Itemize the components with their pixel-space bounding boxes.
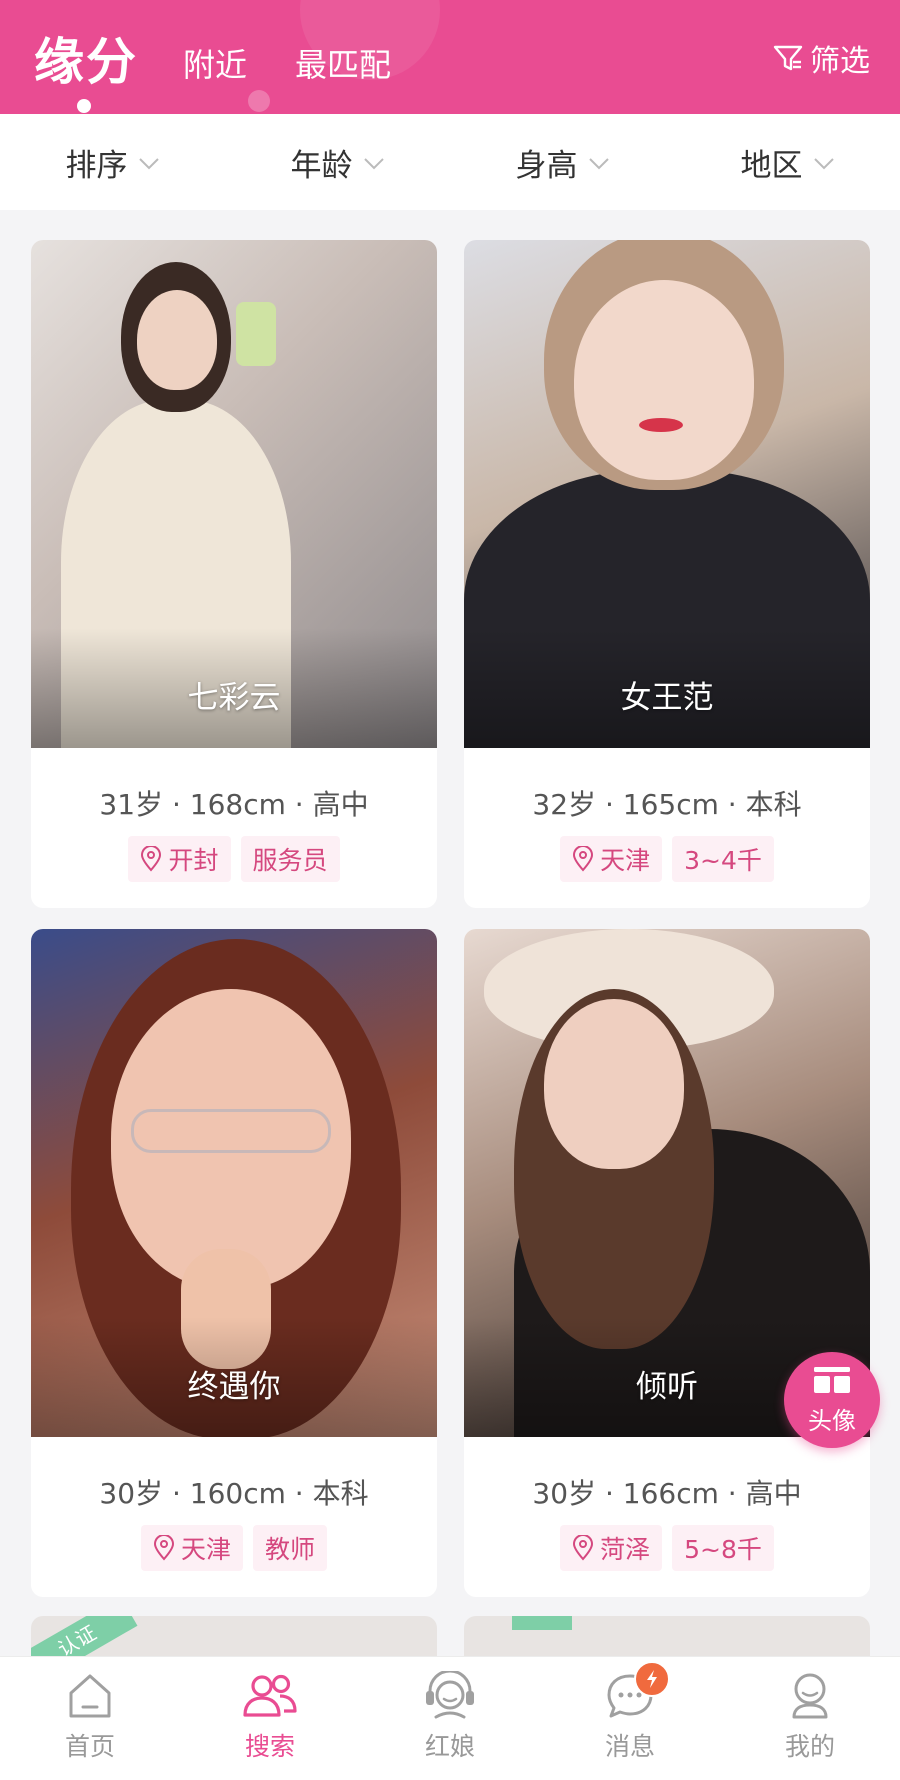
profile-tags: 天津 3~4千 (464, 836, 870, 882)
nav-matchmaker[interactable]: 红娘 (360, 1657, 540, 1780)
filter-label: 筛选 (810, 44, 870, 79)
nav-home[interactable]: 首页 (0, 1657, 180, 1780)
people-icon (240, 1671, 300, 1721)
profile-card[interactable]: 女王范 32岁 · 165cm · 本科 天津 3~4千 (464, 240, 870, 908)
tab-fate[interactable]: 缘分 (34, 22, 138, 94)
profile-tags: 天津 教师 (31, 1525, 437, 1571)
card-layout-icon (812, 1365, 852, 1399)
profile-tags: 菏泽 5~8千 (464, 1525, 870, 1571)
profile-stats: 31岁 · 168cm · 高中 (99, 788, 369, 821)
avatar-mode-button[interactable]: 头像 (784, 1352, 880, 1448)
filter-icon (772, 42, 804, 74)
home-icon (66, 1671, 114, 1721)
filter-region[interactable]: 地区 (675, 114, 900, 210)
location-tag: 开封 (128, 836, 231, 882)
location-label: 天津 (600, 846, 651, 875)
location-tag: 菏泽 (560, 1525, 663, 1571)
profile-stats: 30岁 · 166cm · 高中 (532, 1477, 802, 1510)
filter-height[interactable]: 身高 (450, 114, 675, 210)
chevron-down-icon (588, 153, 610, 171)
chevron-down-icon (363, 153, 385, 171)
filter-button[interactable]: 筛选 (772, 38, 870, 79)
filter-sort-label: 排序 (65, 147, 128, 184)
headset-icon (422, 1671, 478, 1721)
nav-messages-label: 消息 (604, 1732, 655, 1761)
nav-matchmaker-label: 红娘 (424, 1732, 475, 1761)
profile-card[interactable]: 终遇你 30岁 · 160cm · 本科 天津 教师 (31, 929, 437, 1597)
chevron-down-icon (138, 153, 160, 171)
filter-sort[interactable]: 排序 (0, 114, 225, 210)
filter-region-label: 地区 (740, 147, 803, 184)
profile-icon (786, 1671, 834, 1721)
extra-tag: 5~8千 (672, 1525, 774, 1571)
nav-search-label: 搜索 (244, 1732, 295, 1761)
location-label: 菏泽 (600, 1535, 651, 1564)
location-tag: 天津 (560, 836, 663, 882)
verified-ribbon-partial (512, 1616, 572, 1630)
location-pin-icon (572, 1535, 594, 1561)
profile-stats: 30岁 · 160cm · 本科 (99, 1477, 369, 1510)
nav-messages[interactable]: 消息 (540, 1657, 720, 1780)
extra-tag: 服务员 (240, 836, 340, 882)
nav-profile-label: 我的 (784, 1732, 835, 1761)
profile-stats: 32岁 · 165cm · 本科 (532, 788, 802, 821)
profile-card-partial[interactable]: 认证 (31, 1616, 437, 1656)
filter-age-label: 年龄 (290, 147, 353, 184)
notification-badge (634, 1661, 670, 1697)
profile-card[interactable]: 倾听 30岁 · 166cm · 高中 菏泽 5~8千 (464, 929, 870, 1597)
bottom-nav: 首页 搜索 红娘 消息 我的 (0, 1656, 900, 1780)
extra-tag: 3~4千 (672, 836, 774, 882)
top-header: 缘分 附近 最匹配 筛选 (0, 0, 900, 114)
profile-card-partial[interactable] (464, 1616, 870, 1656)
profile-nickname: 终遇你 (187, 1369, 281, 1405)
profile-card[interactable]: 七彩云 31岁 · 168cm · 高中 开封 服务员 (31, 240, 437, 908)
nav-search[interactable]: 搜索 (180, 1657, 360, 1780)
tab-best-match[interactable]: 最匹配 (295, 40, 391, 86)
location-pin-icon (572, 846, 594, 872)
verified-ribbon: 认证 (31, 1616, 138, 1656)
filter-age[interactable]: 年龄 (225, 114, 450, 210)
avatar-mode-label: 头像 (808, 1406, 856, 1435)
location-label: 天津 (180, 1535, 231, 1564)
location-pin-icon (140, 846, 162, 872)
filter-bar: 排序 年龄 身高 地区 (0, 114, 900, 210)
active-tab-indicator (77, 99, 91, 113)
location-pin-icon (153, 1535, 175, 1561)
location-tag: 天津 (140, 1525, 243, 1571)
tab-nearby[interactable]: 附近 (183, 40, 247, 86)
filter-height-label: 身高 (515, 147, 578, 184)
profile-tags: 开封 服务员 (31, 836, 437, 882)
profile-nickname: 女王范 (620, 680, 714, 716)
header-decoration-dot (248, 90, 270, 112)
nav-home-label: 首页 (64, 1732, 115, 1761)
nav-profile[interactable]: 我的 (720, 1657, 900, 1780)
chevron-down-icon (813, 153, 835, 171)
profile-nickname: 七彩云 (187, 680, 281, 716)
extra-tag: 教师 (253, 1525, 328, 1571)
location-label: 开封 (168, 846, 219, 875)
